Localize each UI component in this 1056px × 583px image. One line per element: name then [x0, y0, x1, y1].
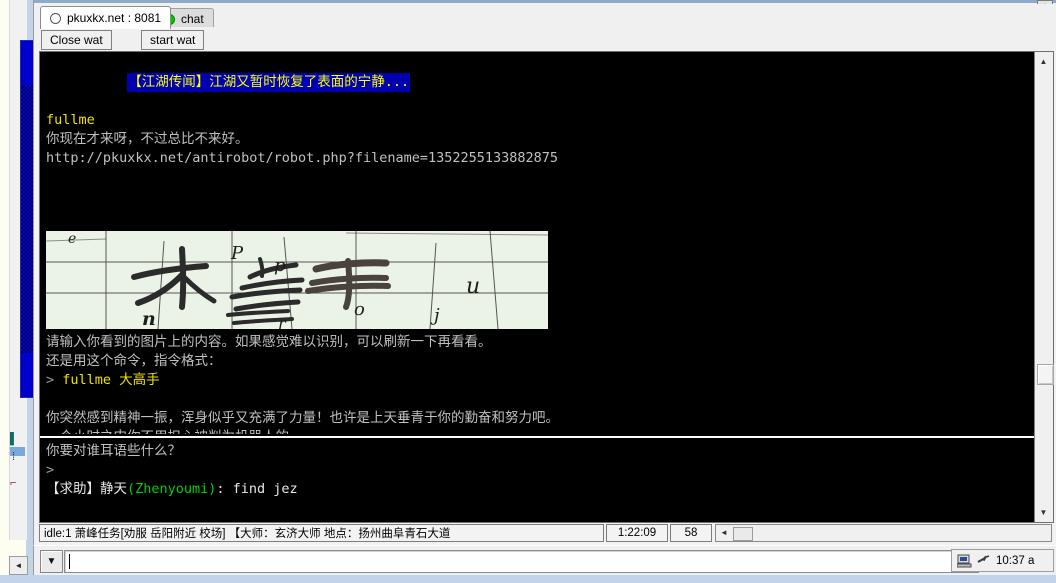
- svg-text:P: P: [230, 243, 244, 264]
- terminal-blank-1: [46, 168, 1035, 187]
- left-scroll-left-button[interactable]: ◄: [9, 556, 28, 575]
- scroll-up-glyph: ▲: [1039, 57, 1048, 66]
- terminal-line-banner: 【江湖传闻】江湖又暂时恢复了表面的宁静...: [46, 54, 1035, 111]
- terminal-line-url: http://pkuxkx.net/antirobot/robot.php?fi…: [46, 150, 559, 166]
- tab-bar: pkuxkx.net : 8081 chat: [34, 4, 1056, 31]
- terminal-container: 【江湖传闻】江湖又暂时恢复了表面的宁静... fullme 你现在才来呀，不过总…: [39, 51, 1054, 523]
- desktop-background-bottom: [0, 575, 1056, 583]
- start-wat-button[interactable]: start wat: [141, 30, 205, 50]
- whisper-prompt-line: 你要对谁耳语些什么？: [46, 443, 181, 459]
- system-tray: 10:37 a: [951, 549, 1054, 572]
- toolbar: Close wat start wat: [34, 27, 1056, 50]
- dots-icon: ⁞: [12, 451, 16, 463]
- status-time: 1:22:09: [606, 524, 668, 542]
- terminal-line-fullme: fullme: [46, 112, 95, 128]
- help-message-suffix: : find jez: [216, 481, 298, 497]
- terminal-line-instruction-2: 还是用这个命令，指令格式：: [46, 353, 222, 369]
- scroll-down-button[interactable]: ▼: [1036, 505, 1051, 520]
- history-dropdown-button[interactable]: ▼: [40, 550, 63, 573]
- window-title-strip: [34, 0, 1056, 3]
- svg-text:r: r: [278, 314, 287, 329]
- command-input[interactable]: [64, 550, 979, 573]
- gossip-banner: 【江湖传闻】江湖又暂时恢复了表面的宁静...: [127, 73, 411, 92]
- tab-pkuxkx[interactable]: pkuxkx.net : 8081: [40, 6, 172, 29]
- terminal-blank-3: [46, 206, 1035, 225]
- chevron-down-icon: ▼: [46, 556, 57, 567]
- status-scroll-left-icon[interactable]: ◄: [718, 526, 730, 539]
- app-window: ▲ pkuxkx.net : 8081 chat Close wat start…: [33, 0, 1056, 546]
- command-prompt-glyph: >: [46, 372, 63, 388]
- scroll-up-button[interactable]: ▲: [1036, 54, 1051, 69]
- start-wat-label: start wat: [150, 33, 196, 47]
- help-message-prefix: 【求助】静天: [46, 481, 127, 497]
- teal-block-icon: ▌: [10, 433, 18, 445]
- tab-chat-label: chat: [181, 12, 204, 26]
- command-taskbar: ▼ 10:37 a: [33, 545, 1056, 576]
- terminal-blank-4: [46, 390, 1035, 409]
- command-name: fullme: [62, 372, 120, 388]
- screen-root: ⁞ ⌐ ▌ ◄ ▲ pkuxkx.net : 8081 chat: [0, 0, 1056, 583]
- circle-outline-icon: [50, 12, 61, 24]
- svg-text:p: p: [274, 255, 286, 276]
- text-caret: [69, 554, 70, 569]
- command-argument: 大高手: [119, 372, 160, 388]
- svg-text:u: u: [466, 274, 480, 299]
- captcha-svg: n P p o j u r e: [46, 231, 548, 329]
- terminal-blank-2: [46, 187, 1035, 206]
- tab-pkuxkx-label: pkuxkx.net : 8081: [67, 11, 162, 25]
- computer-icon[interactable]: [957, 554, 972, 568]
- terminal-line-instruction-1: 请输入你看到的图片上的内容。如果感觉难以识别，可以刷新一下再看看。: [46, 334, 492, 350]
- terminal-line-command: > fullme 大高手: [46, 371, 1035, 390]
- status-bar: idle:1 萧峰任务[劝服 岳阳附近 校场] 【大师：玄济大师 地点：扬州曲阜…: [39, 524, 1052, 542]
- terminal-line-success-2: 一个小时之内你不用担心被判为机器人的。: [46, 428, 1035, 434]
- terminal-output-pane[interactable]: 【江湖传闻】江湖又暂时恢复了表面的宁静... fullme 你现在才来呀，不过总…: [40, 52, 1035, 434]
- svg-text:e: e: [68, 231, 76, 247]
- status-scroll-region[interactable]: ◄: [715, 524, 1052, 542]
- terminal-line-success-1: 你突然感到精神一振，浑身似乎又充满了力量！也许是上天垂青于你的勤奋和努力吧。: [46, 410, 559, 426]
- pane-divider: [40, 436, 1035, 438]
- captcha-image: n P p o j u r e: [46, 231, 548, 329]
- close-wat-label: Close wat: [50, 33, 103, 47]
- terminal-input-pane[interactable]: 你要对谁耳语些什么？ > 【求助】静天(Zhenyoumi): find jez: [40, 440, 1035, 522]
- help-message-username: (Zhenyoumi): [127, 481, 217, 497]
- left-scroll-left-glyph: ◄: [14, 561, 23, 570]
- scrollbar-thumb[interactable]: [1037, 364, 1054, 385]
- status-count: 58: [670, 524, 712, 542]
- tray-clock: 10:37 a: [996, 554, 1035, 567]
- svg-text:n: n: [142, 308, 156, 329]
- close-wat-button[interactable]: Close wat: [41, 30, 112, 50]
- left-tray-icons: ⁞ ⌐ ▌: [10, 434, 26, 522]
- input-prompt-line: >: [46, 462, 63, 478]
- terminal-line-greeting: 你现在才来呀，不过总比不来好。: [46, 131, 249, 147]
- terminal-scrollbar[interactable]: ▲ ▼: [1034, 52, 1054, 522]
- scroll-down-glyph: ▼: [1039, 508, 1048, 517]
- svg-text:o: o: [354, 299, 365, 320]
- plug-icon[interactable]: [976, 554, 990, 568]
- marker-icon: ⌐: [10, 477, 17, 489]
- help-message-line: 【求助】静天(Zhenyoumi): find jez: [46, 480, 1035, 499]
- status-main-text: idle:1 萧峰任务[劝服 岳阳附近 校场] 【大师：玄济大师 地点：扬州曲阜…: [39, 524, 604, 542]
- left-desktop-strip: ⁞ ⌐ ▌ ◄: [0, 0, 37, 583]
- status-scroll-thumb[interactable]: [733, 527, 753, 541]
